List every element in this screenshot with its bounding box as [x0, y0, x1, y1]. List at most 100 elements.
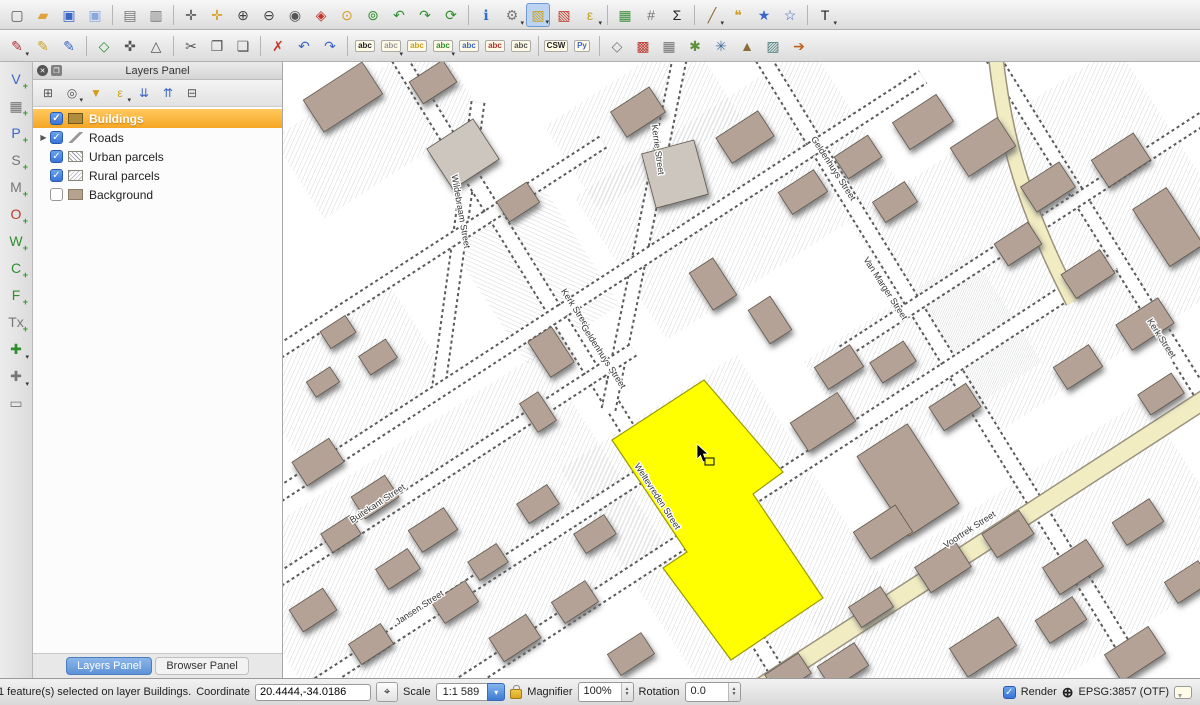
collapse-all[interactable]: ⇈ — [157, 82, 179, 104]
topology-checker[interactable]: ▩ — [631, 34, 655, 58]
terrain-analysis[interactable]: ▲ — [735, 34, 759, 58]
layer-row-urban-parcels[interactable]: ✓Urban parcels — [33, 147, 282, 166]
add-vector-layer[interactable]: V+ — [3, 66, 29, 91]
layer-visibility-checkbox[interactable]: ✓ — [50, 112, 63, 125]
show-hide-labels[interactable]: abc▾ — [431, 34, 455, 58]
filter-legend[interactable]: ▼ — [85, 82, 107, 104]
add-raster-layer[interactable]: ▦+ — [3, 93, 29, 118]
remove-layer[interactable]: ⊟ — [181, 82, 203, 104]
interpolation[interactable]: ✳ — [709, 34, 733, 58]
select-features-by-area[interactable]: ▧▾ — [526, 3, 550, 27]
delete-selected[interactable]: ✗ — [266, 34, 290, 58]
layer-visibility-checkbox[interactable]: ✓ — [50, 131, 63, 144]
open-attribute-table[interactable]: ▦ — [613, 3, 637, 27]
new-print-composer[interactable]: ▤ — [118, 3, 142, 27]
move-feature[interactable]: ✜ — [118, 34, 142, 58]
layer-visibility-checkbox[interactable]: ✓ — [50, 169, 63, 182]
scale-dropdown-icon[interactable]: ▾ — [487, 683, 505, 701]
heatmap[interactable]: ✱ — [683, 34, 707, 58]
save-project-as[interactable]: ▣ — [83, 3, 107, 27]
pan-to-selection[interactable]: ✛ — [205, 3, 229, 27]
toggle-extents-button[interactable]: ⌖ — [376, 682, 398, 702]
zoom-out[interactable]: ⊖ — [257, 3, 281, 27]
georeferencer[interactable]: ▦ — [657, 34, 681, 58]
tab-browser-panel[interactable]: Browser Panel — [155, 657, 249, 675]
new-bookmark[interactable]: ★ — [752, 3, 776, 27]
layer-labeling-options[interactable]: abc — [353, 34, 377, 58]
composer-manager[interactable]: ▥ — [144, 3, 168, 27]
new-project[interactable]: ▢ — [5, 3, 29, 27]
geometry-checker[interactable]: ◇ — [605, 34, 629, 58]
add-mssql-layer[interactable]: M+ — [3, 174, 29, 199]
measure-line[interactable]: ╱▾ — [700, 3, 724, 27]
zoom-in[interactable]: ⊕ — [231, 3, 255, 27]
add-oracle-layer[interactable]: O+ — [3, 201, 29, 226]
pan-map[interactable]: ✛ — [179, 3, 203, 27]
crs-status[interactable]: EPSG:3857 (OTF) — [1079, 686, 1169, 698]
new-shapefile-layer[interactable]: ✚▾ — [3, 336, 29, 361]
toggle-editing[interactable]: ✎ — [31, 34, 55, 58]
node-tool[interactable]: △ — [144, 34, 168, 58]
open-project[interactable]: ▰ — [31, 3, 55, 27]
zoom-actual-size[interactable]: ◉ — [283, 3, 307, 27]
highlight-pinned-labels[interactable]: abc — [405, 34, 429, 58]
copy-features[interactable]: ❐ — [205, 34, 229, 58]
layer-row-rural-parcels[interactable]: ✓Rural parcels — [33, 166, 282, 185]
scale-combobox[interactable]: 1:1 589 ▾ — [436, 683, 506, 701]
expand-all[interactable]: ⇊ — [133, 82, 155, 104]
field-calculator[interactable]: # — [639, 3, 663, 27]
render-checkbox[interactable]: ✓ — [1003, 686, 1016, 699]
metasearch-csw[interactable]: CSW — [544, 34, 568, 58]
undo[interactable]: ↶ — [292, 34, 316, 58]
add-delimited-text-layer[interactable]: Tx+ — [3, 309, 29, 334]
add-spatialite-layer[interactable]: S+ — [3, 147, 29, 172]
panel-close-icon[interactable]: ✕ — [37, 65, 48, 76]
zoom-next[interactable]: ↷ — [413, 3, 437, 27]
zoom-to-selection[interactable]: ⊙ — [335, 3, 359, 27]
add-wms-layer[interactable]: W+ — [3, 228, 29, 253]
identify-features[interactable]: ℹ — [474, 3, 498, 27]
rotate-label[interactable]: abc — [483, 34, 507, 58]
panel-undock-icon[interactable]: ❐ — [51, 65, 62, 76]
coordinate-input[interactable] — [255, 684, 371, 701]
map-canvas[interactable]: Wildebraam StreetKerrie StreetKerk Stree… — [283, 62, 1200, 678]
show-bookmarks[interactable]: ☆ — [778, 3, 802, 27]
paste-features[interactable]: ❏ — [231, 34, 255, 58]
rotation-spinbox[interactable]: 0.0 ▲▼ — [685, 682, 741, 702]
rotation-spin-arrows-icon[interactable]: ▲▼ — [728, 683, 740, 701]
expander-icon[interactable]: ▶ — [37, 133, 50, 142]
zoom-to-layer[interactable]: ⊚ — [361, 3, 385, 27]
change-label-properties[interactable]: abc — [509, 34, 533, 58]
layer-row-background[interactable]: Background — [33, 185, 282, 204]
filter-by-expression[interactable]: ε▾ — [109, 82, 131, 104]
cut-features[interactable]: ✂ — [179, 34, 203, 58]
add-postgis-layer[interactable]: P+ — [3, 120, 29, 145]
add-wfs-layer[interactable]: F+ — [3, 282, 29, 307]
move-label[interactable]: abc — [457, 34, 481, 58]
current-edits[interactable]: ✎▾ — [5, 34, 29, 58]
manage-map-themes[interactable]: ◎▾ — [61, 82, 83, 104]
zonal-statistics[interactable]: ▨ — [761, 34, 785, 58]
layer-row-buildings[interactable]: ✓Buildings — [33, 109, 282, 128]
add-layer-definition[interactable]: ▭ — [3, 390, 29, 415]
add-group[interactable]: ⊞ — [37, 82, 59, 104]
zoom-last[interactable]: ↶ — [387, 3, 411, 27]
python-console[interactable]: Py — [570, 34, 594, 58]
redo[interactable]: ↷ — [318, 34, 342, 58]
pin-unpin-labels[interactable]: abc▾ — [379, 34, 403, 58]
run-feature-action[interactable]: ⚙▾ — [500, 3, 524, 27]
save-project[interactable]: ▣ — [57, 3, 81, 27]
log-messages-icon[interactable] — [1174, 686, 1192, 699]
layer-row-roads[interactable]: ▶✓Roads — [33, 128, 282, 147]
add-wcs-layer[interactable]: C+ — [3, 255, 29, 280]
crs-globe-icon[interactable]: ⊕ — [1062, 685, 1074, 699]
scale-lock-icon[interactable] — [510, 689, 522, 699]
save-layer-edits[interactable]: ✎ — [57, 34, 81, 58]
refresh-map[interactable]: ⟳ — [439, 3, 463, 27]
zoom-full-extent[interactable]: ◈ — [309, 3, 333, 27]
text-annotation[interactable]: T▾ — [813, 3, 837, 27]
statistical-summary[interactable]: Σ — [665, 3, 689, 27]
new-spatialite-layer[interactable]: ✚▾ — [3, 363, 29, 388]
layer-visibility-checkbox[interactable]: ✓ — [50, 150, 63, 163]
magnifier-spinbox[interactable]: 100% ▲▼ — [578, 682, 634, 702]
